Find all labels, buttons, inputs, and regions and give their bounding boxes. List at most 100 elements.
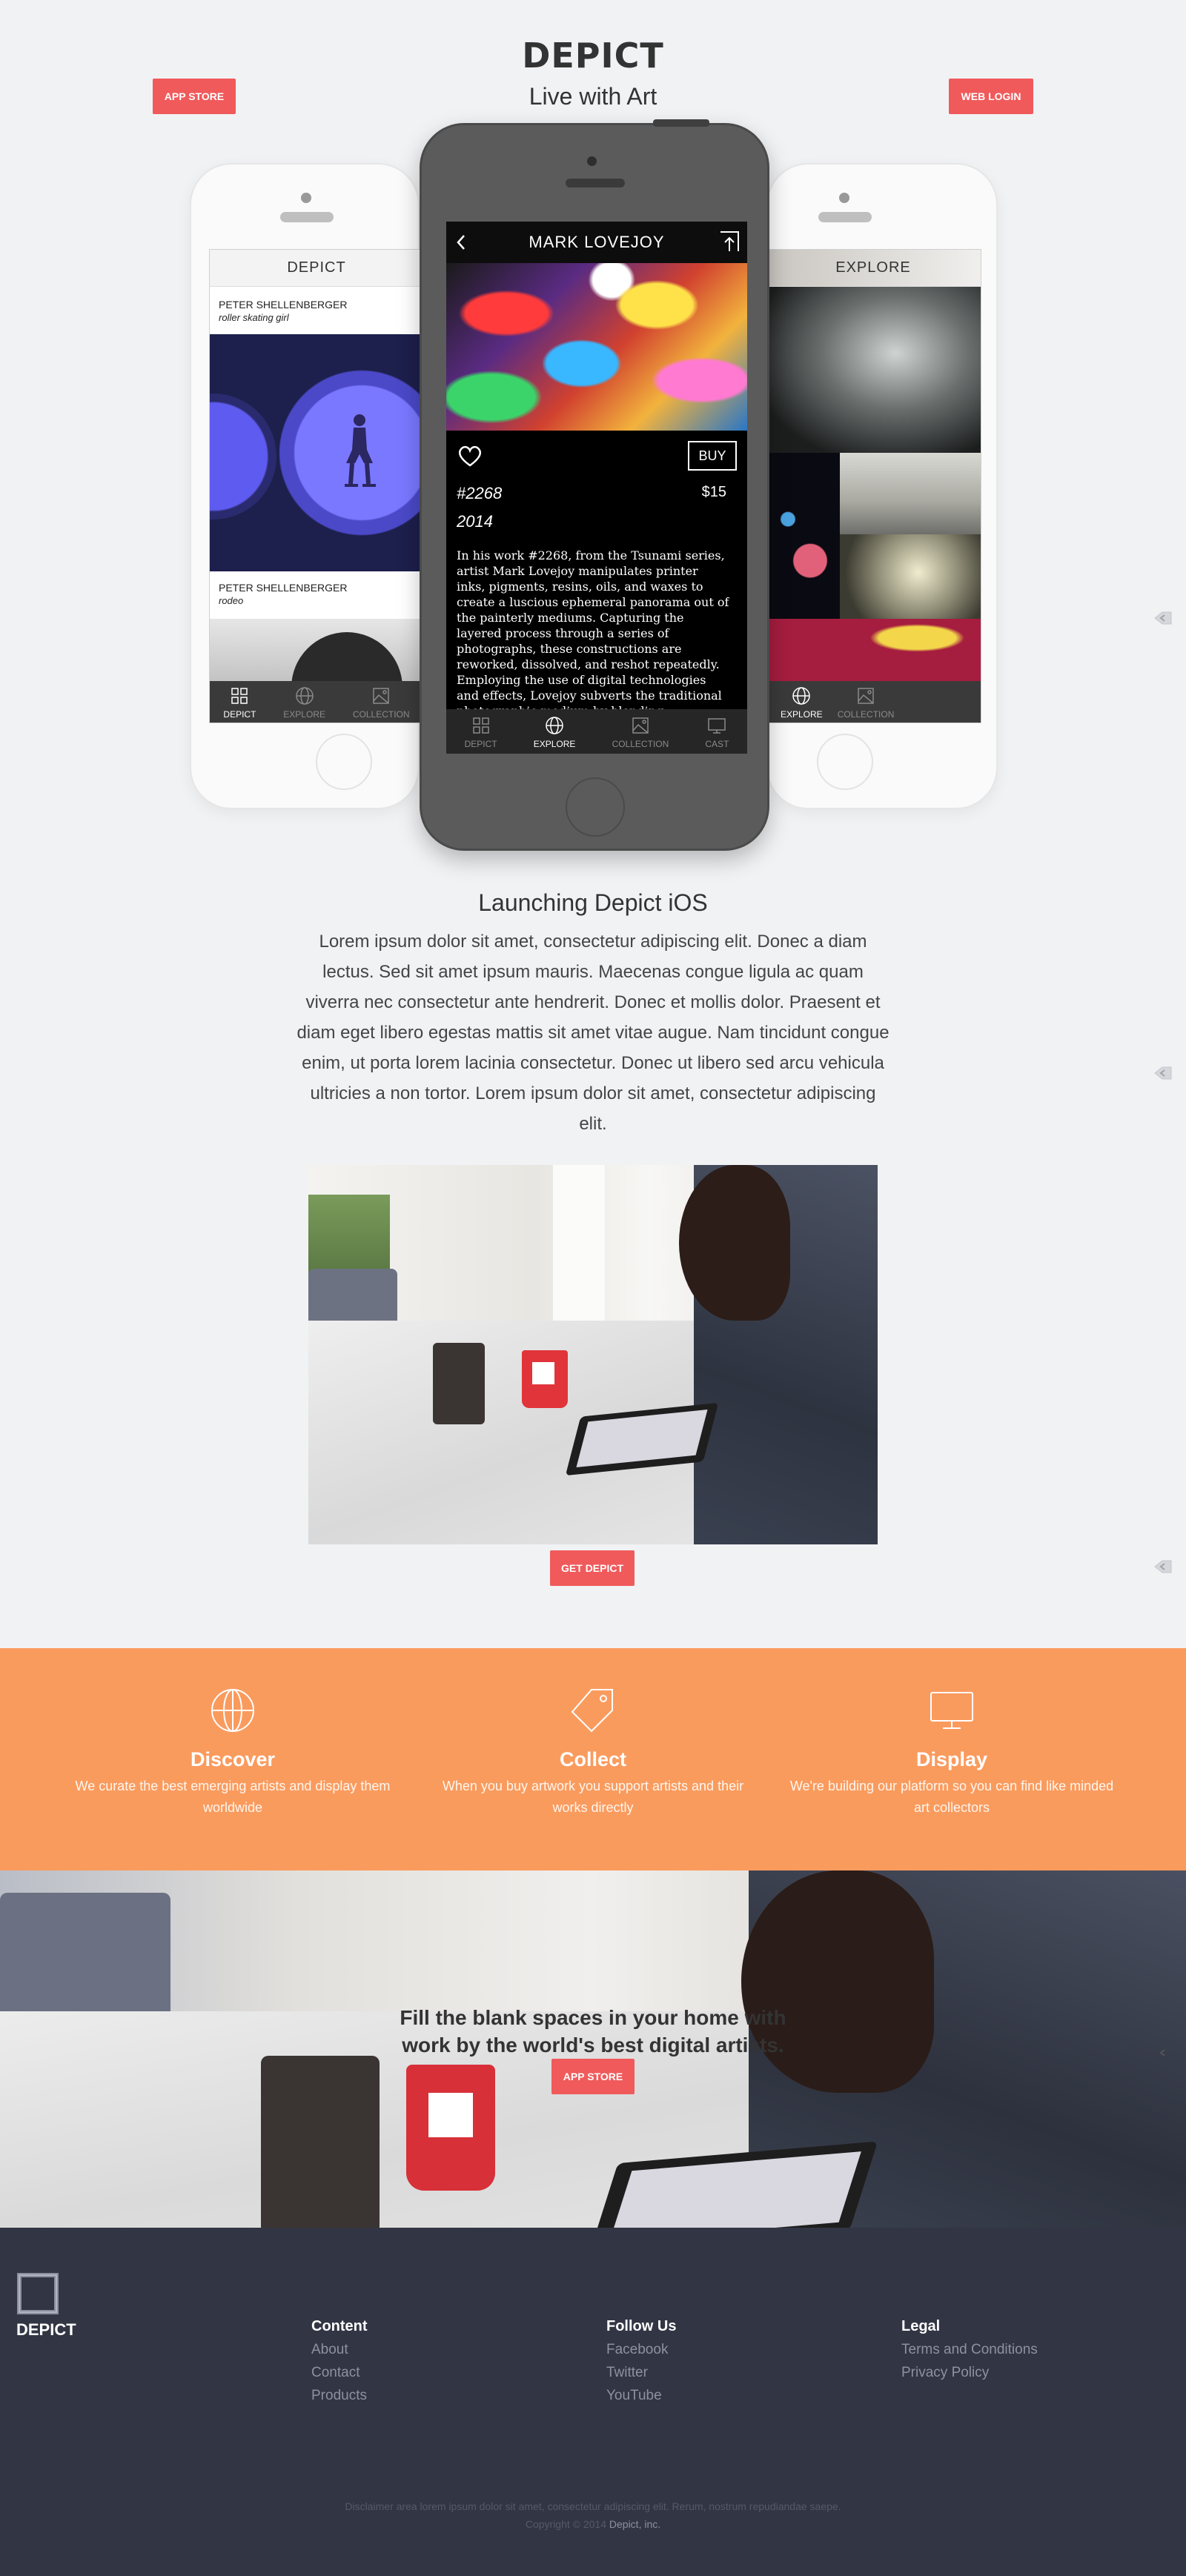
monitor-icon (930, 1692, 973, 1729)
list-item[interactable]: PETER SHELLENBERGER roller skating girl (210, 287, 423, 334)
grid-icon (231, 687, 248, 704)
footer-link-products[interactable]: Products (311, 2388, 368, 2404)
footer-link-contact[interactable]: Contact (311, 2365, 368, 2381)
artwork-tile[interactable] (766, 453, 840, 619)
footer-brand: DEPICT (16, 2320, 76, 2339)
section-title: Launching Depict iOS (478, 889, 708, 916)
back-arrow-icon[interactable] (455, 233, 467, 251)
feature-title: Display (915, 1748, 988, 1770)
footer-link-privacy[interactable]: Privacy Policy (901, 2365, 1038, 2381)
globe-icon (792, 686, 811, 705)
detail-header: MARK LOVEJOY (446, 222, 747, 263)
side-nav-arrow-icon[interactable] (1153, 1066, 1173, 1080)
footer-link-terms[interactable]: Terms and Conditions (901, 2342, 1038, 2358)
tab-bar: DEPICT EXPLORE COLLECTION CAST (446, 709, 747, 754)
camera-icon (301, 193, 311, 203)
list-item[interactable]: PETER SHELLENBERGER rodeo (210, 571, 423, 619)
tab-explore[interactable]: EXPLORE (781, 685, 823, 720)
image-icon (632, 717, 649, 734)
tab-explore[interactable]: EXPLORE (283, 685, 325, 720)
earpiece (566, 179, 625, 187)
tab-collection[interactable]: COLLECTION (838, 685, 894, 720)
globe-icon (546, 716, 563, 734)
page-title: DEPICT (522, 36, 664, 76)
image-icon (373, 687, 389, 704)
artist-name: PETER SHELLENBERGER (219, 299, 348, 311)
artist-name: PETER SHELLENBERGER (219, 582, 348, 594)
tab-depict[interactable]: DEPICT (223, 685, 256, 720)
tab-collection[interactable]: COLLECTION (612, 714, 669, 749)
copyright-text: Copyright © 2014 (525, 2518, 606, 2530)
feature-discover: Discover We curate the best emerging art… (70, 1687, 396, 1819)
screen-title: EXPLORE (766, 250, 981, 287)
feature-display: Display We're building our platform so y… (789, 1687, 1115, 1819)
skater-silhouette (345, 414, 376, 487)
artist-title: MARK LOVEJOY (529, 233, 665, 251)
tab-explore[interactable]: EXPLORE (534, 714, 575, 749)
footer-logo[interactable]: DEPICT (16, 2272, 76, 2340)
artwork-tile[interactable] (766, 619, 981, 683)
footer-link-about[interactable]: About (311, 2342, 368, 2358)
web-login-button[interactable]: WEB LOGIN (949, 79, 1033, 114)
feature-desc: We're building our platform so you can f… (789, 1779, 1114, 1815)
globe-icon (295, 686, 314, 705)
camera-icon (839, 193, 849, 203)
earpiece (818, 212, 872, 222)
tab-bar: EXPLORE COLLECTION (766, 681, 981, 723)
camera-icon (587, 156, 597, 166)
hero-app-store-button[interactable]: APP STORE (551, 2059, 635, 2094)
earpiece (280, 212, 334, 222)
feature-title: Collect (559, 1748, 627, 1770)
artwork-description: In his work #2268, from the Tsunami seri… (457, 548, 729, 709)
copyright-company[interactable]: Depict, inc. (609, 2518, 660, 2530)
heart-icon[interactable] (457, 444, 483, 468)
power-button (653, 119, 709, 127)
artwork-image[interactable] (210, 334, 423, 571)
tab-cast[interactable]: CAST (705, 714, 729, 749)
home-button (316, 734, 372, 790)
depict-logo-icon (17, 2273, 59, 2314)
feature-collect: Collect When you buy artwork you support… (430, 1687, 756, 1819)
artwork-tile[interactable] (840, 453, 981, 534)
share-icon[interactable] (718, 229, 741, 254)
artwork-year: 2014 (457, 512, 493, 531)
home-button (817, 734, 873, 790)
feature-desc: We curate the best emerging artists and … (75, 1779, 391, 1815)
artwork-tile[interactable] (840, 534, 981, 619)
tab-collection[interactable]: COLLECTION (353, 685, 410, 720)
footer-link-youtube[interactable]: YouTube (606, 2388, 676, 2404)
footer-link-facebook[interactable]: Facebook (606, 2342, 676, 2358)
screen-title: DEPICT (210, 250, 423, 287)
side-nav-arrow-icon[interactable] (1153, 611, 1173, 625)
tab-depict[interactable]: DEPICT (465, 714, 497, 749)
side-nav-arrow-icon[interactable] (1153, 1559, 1173, 1574)
image-icon (858, 687, 874, 704)
footer-disclaimer: Disclaimer area lorem ipsum dolor sit am… (345, 2500, 841, 2512)
right-phone: EXPLORE EXPLORE COLLECTION (765, 163, 998, 809)
hero-caption-line2: work by the world's best digital artists… (402, 2034, 784, 2057)
footer-col-title: Follow Us (606, 2318, 677, 2334)
footer-copyright: Copyright © 2014 Depict, inc. (0, 2518, 1186, 2530)
app-store-button[interactable]: APP STORE (153, 79, 236, 114)
monitor-icon (708, 717, 726, 734)
home-button (566, 777, 625, 837)
footer-col-follow: Follow Us Facebook Twitter YouTube (606, 2318, 676, 2404)
right-phone-screen: EXPLORE EXPLORE COLLECTION (765, 249, 981, 723)
tag-icon (571, 1689, 613, 1733)
grid-icon (472, 717, 489, 734)
side-nav-arrow-icon[interactable] (1153, 2045, 1173, 2060)
globe-icon (211, 1689, 254, 1732)
feature-title: Discover (190, 1748, 276, 1770)
left-phone: DEPICT PETER SHELLENBERGER roller skatin… (190, 163, 424, 809)
footer-col-content: Content About Contact Products (311, 2318, 368, 2404)
get-depict-button[interactable]: GET DEPICT (550, 1550, 635, 1586)
tab-bar: DEPICT EXPLORE COLLECTION (210, 681, 423, 723)
artwork-tile[interactable] (766, 287, 981, 453)
footer-link-twitter[interactable]: Twitter (606, 2365, 676, 2381)
work-title: rodeo (219, 595, 244, 606)
center-phone-screen: MARK LOVEJOY BUY #2268 $15 2014 In his w… (446, 222, 747, 754)
footer: DEPICT Content About Contact Products Fo… (0, 2228, 1186, 2576)
buy-button[interactable]: BUY (688, 441, 737, 471)
footer-col-title: Content (311, 2318, 368, 2334)
artwork-image[interactable] (446, 263, 747, 431)
